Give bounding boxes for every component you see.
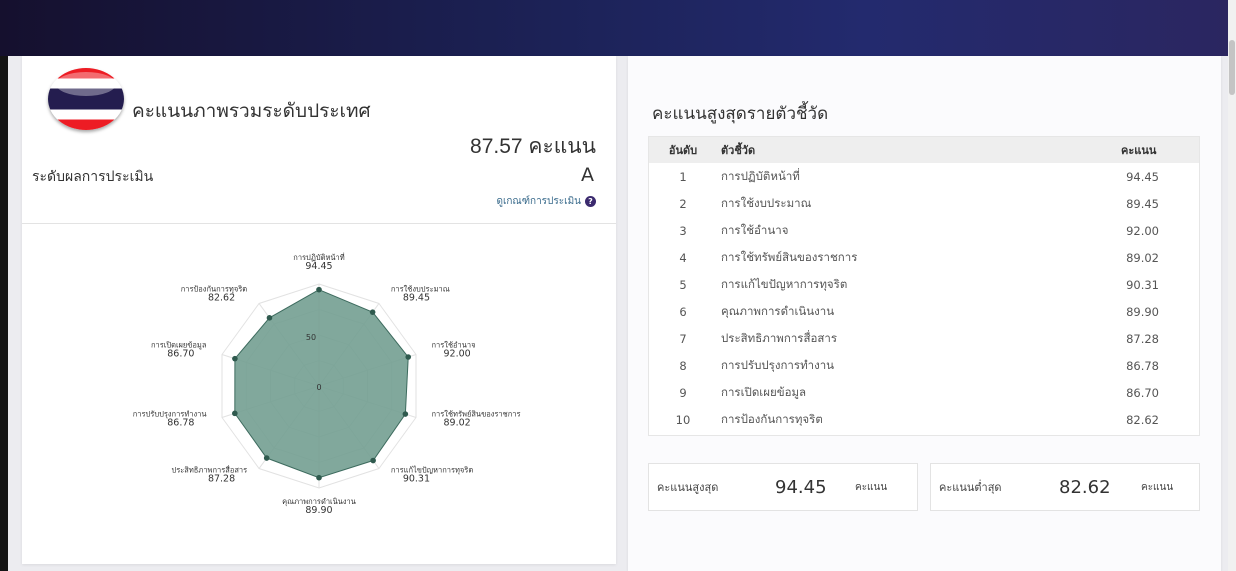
rank-cell: 3 bbox=[679, 223, 687, 238]
lowest-score-box: คะแนนต่ำสุด 82.62 คะแนน bbox=[930, 463, 1200, 511]
table-row: 6 คุณภาพการดำเนินงาน 89.90 bbox=[649, 298, 1199, 325]
radar-point bbox=[232, 410, 238, 417]
radar-point bbox=[402, 411, 409, 417]
radar-value-label: 86.70 bbox=[167, 348, 194, 359]
indicator-cell: การแก้ไขปัญหาการทุจริต bbox=[721, 276, 848, 291]
rank-cell: 8 bbox=[679, 358, 687, 373]
lowest-score-unit: คะแนน bbox=[1141, 481, 1174, 493]
radar-point bbox=[232, 355, 238, 362]
indicator-cell: การเปิดเผยข้อมูล bbox=[721, 384, 807, 399]
rank-cell: 5 bbox=[679, 277, 687, 292]
radar-chart: 050การปฏิบัติหน้าที่94.45การใช้งบประมาณ8… bbox=[133, 252, 521, 516]
ranking-table: อันดับ ตัวชี้วัด คะแนน 1 การปฏิบัติหน้าที… bbox=[649, 137, 1199, 433]
indicator-cell: ประสิทธิภาพการสื่อสาร bbox=[721, 330, 838, 345]
question-circle-icon[interactable]: ? bbox=[585, 196, 596, 207]
table-row: 8 การปรับปรุงการทำงาน 86.78 bbox=[649, 352, 1199, 379]
overall-score-value: 87.57 bbox=[470, 135, 523, 158]
overall-score-unit: คะแนน bbox=[528, 135, 596, 158]
radar-value-label: 89.02 bbox=[444, 418, 471, 429]
table-row: 7 ประสิทธิภาพการสื่อสาร 87.28 bbox=[649, 325, 1199, 352]
table-row: 4 การใช้ทรัพย์สินของราชการ 89.02 bbox=[649, 244, 1199, 271]
radar-point bbox=[263, 455, 270, 461]
indicator-cell: การใช้อำนาจ bbox=[721, 222, 789, 237]
indicator-cell: การใช้ทรัพย์สินของราชการ bbox=[721, 249, 858, 264]
radar-value-label: 89.45 bbox=[403, 292, 430, 303]
radar-value-label: 87.28 bbox=[208, 474, 235, 485]
table-row: 1 การปฏิบัติหน้าที่ 94.45 bbox=[649, 163, 1199, 190]
radar-value-label: 89.90 bbox=[305, 505, 332, 516]
rank-cell: 6 bbox=[679, 304, 687, 319]
score-cell: 90.31 bbox=[1126, 277, 1159, 292]
scrollbar-thumb[interactable] bbox=[1229, 40, 1235, 95]
table-row: 9 การเปิดเผยข้อมูล 86.70 bbox=[649, 379, 1199, 406]
score-cell: 86.70 bbox=[1126, 385, 1159, 400]
table-row: 5 การแก้ไขปัญหาการทุจริต 90.31 bbox=[649, 271, 1199, 298]
overall-score: 87.57 คะแนน bbox=[470, 130, 596, 163]
assessment-level-value: A bbox=[581, 164, 594, 186]
rank-cell: 7 bbox=[679, 331, 687, 346]
table-row: 3 การใช้อำนาจ 92.00 bbox=[649, 217, 1199, 244]
radar-point bbox=[369, 309, 376, 315]
page-scrollbar[interactable] bbox=[1228, 0, 1236, 571]
ranking-header-row: อันดับ ตัวชี้วัด คะแนน bbox=[649, 137, 1199, 163]
criteria-link-text[interactable]: ดูเกณฑ์การประเมิน bbox=[496, 194, 581, 209]
indicator-cell: การปรับปรุงการทำงาน bbox=[721, 357, 835, 372]
radar-point bbox=[316, 286, 322, 293]
rank-cell: 9 bbox=[679, 385, 687, 400]
score-cell: 94.45 bbox=[1126, 169, 1159, 184]
left-edge bbox=[0, 56, 8, 571]
indicator-ranking-panel: คะแนนสูงสุดรายตัวชี้วัด อันดับ ตัวชี้วัด… bbox=[628, 56, 1221, 571]
score-cell: 87.28 bbox=[1126, 331, 1159, 346]
rank-cell: 2 bbox=[679, 196, 687, 211]
score-cell: 86.78 bbox=[1126, 358, 1159, 373]
radar-value-label: 94.45 bbox=[305, 261, 332, 272]
score-cell: 82.62 bbox=[1126, 412, 1159, 427]
assessment-level-label: ระดับผลการประเมิน bbox=[32, 169, 154, 185]
radar-point bbox=[370, 457, 376, 464]
rank-cell: 4 bbox=[679, 250, 687, 265]
radar-value-label: 90.31 bbox=[403, 474, 430, 485]
rank-cell: 1 bbox=[679, 169, 687, 184]
radar-value-label: 86.78 bbox=[167, 418, 194, 429]
score-cell: 92.00 bbox=[1126, 223, 1159, 238]
indicator-cell: การป้องกันการทุจริต bbox=[721, 411, 823, 426]
radar-point bbox=[405, 354, 412, 360]
lowest-score-value: 82.62 bbox=[1059, 476, 1111, 498]
top-navigation-bar bbox=[0, 0, 1236, 56]
highest-score-value: 94.45 bbox=[775, 476, 827, 498]
radar-point bbox=[266, 315, 273, 321]
table-row: 2 การใช้งบประมาณ 89.45 bbox=[649, 190, 1199, 217]
lowest-score-label: คะแนนต่ำสุด bbox=[939, 481, 1002, 494]
ranking-table-box: อันดับ ตัวชี้วัด คะแนน 1 การปฏิบัติหน้าที… bbox=[648, 136, 1200, 436]
table-row: 10 การป้องกันการทุจริต 82.62 bbox=[649, 406, 1199, 433]
thailand-flag-icon bbox=[48, 68, 124, 130]
header-rank: อันดับ bbox=[668, 144, 698, 157]
radar-value-label: 82.62 bbox=[208, 292, 235, 303]
criteria-link[interactable]: ดูเกณฑ์การประเมิน ? bbox=[496, 194, 596, 209]
indicator-cell: คุณภาพการดำเนินงาน bbox=[721, 303, 835, 318]
highest-score-unit: คะแนน bbox=[855, 481, 888, 493]
rank-cell: 10 bbox=[675, 412, 691, 427]
country-score-title: คะแนนภาพรวมระดับประเทศ bbox=[132, 101, 371, 122]
indicator-cell: การใช้งบประมาณ bbox=[721, 195, 812, 210]
radar-point bbox=[316, 474, 322, 481]
ranking-title: คะแนนสูงสุดรายตัวชี้วัด bbox=[652, 104, 829, 123]
radar-scale-label: 0 bbox=[316, 383, 321, 392]
highest-score-box: คะแนนสูงสุด 94.45 คะแนน bbox=[648, 463, 918, 511]
header-score: คะแนน bbox=[1121, 144, 1157, 157]
score-cell: 89.90 bbox=[1126, 304, 1159, 319]
indicator-cell: การปฏิบัติหน้าที่ bbox=[721, 168, 800, 183]
radar-scale-label: 50 bbox=[306, 333, 316, 342]
score-cell: 89.02 bbox=[1126, 250, 1159, 265]
country-score-card: คะแนนภาพรวมระดับประเทศ 87.57 คะแนน ระดับ… bbox=[22, 56, 616, 564]
radar-value-label: 92.00 bbox=[444, 348, 471, 359]
highest-score-label: คะแนนสูงสุด bbox=[657, 481, 719, 494]
score-cell: 89.45 bbox=[1126, 196, 1159, 211]
header-indicator: ตัวชี้วัด bbox=[721, 144, 756, 157]
